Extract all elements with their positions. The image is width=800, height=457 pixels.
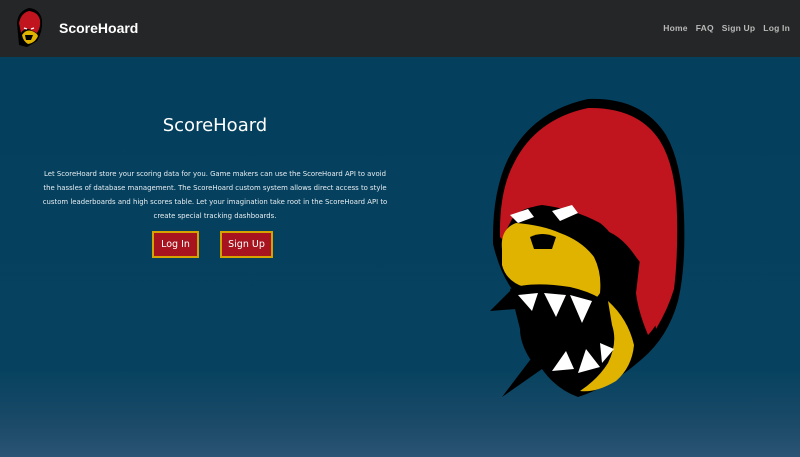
nav-link-signup[interactable]: Sign Up <box>722 23 756 33</box>
gorilla-mascot-icon <box>490 98 685 397</box>
nav-links: Home FAQ Sign Up Log In <box>663 23 790 33</box>
gorilla-logo-icon[interactable] <box>13 5 45 49</box>
nav-link-home[interactable]: Home <box>663 23 687 33</box>
hero-section: ScoreHoard Let ScoreHoard store your sco… <box>0 57 800 457</box>
hero-title: ScoreHoard <box>162 115 268 136</box>
brand-name[interactable]: ScoreHoard <box>59 20 138 36</box>
login-button[interactable]: Log In <box>152 231 199 258</box>
nav-link-login[interactable]: Log In <box>763 23 790 33</box>
nav-link-faq[interactable]: FAQ <box>696 23 714 33</box>
hero-description: Let ScoreHoard store your scoring data f… <box>42 170 388 220</box>
top-navbar: ScoreHoard Home FAQ Sign Up Log In <box>0 0 800 57</box>
signup-button[interactable]: Sign Up <box>220 231 273 258</box>
